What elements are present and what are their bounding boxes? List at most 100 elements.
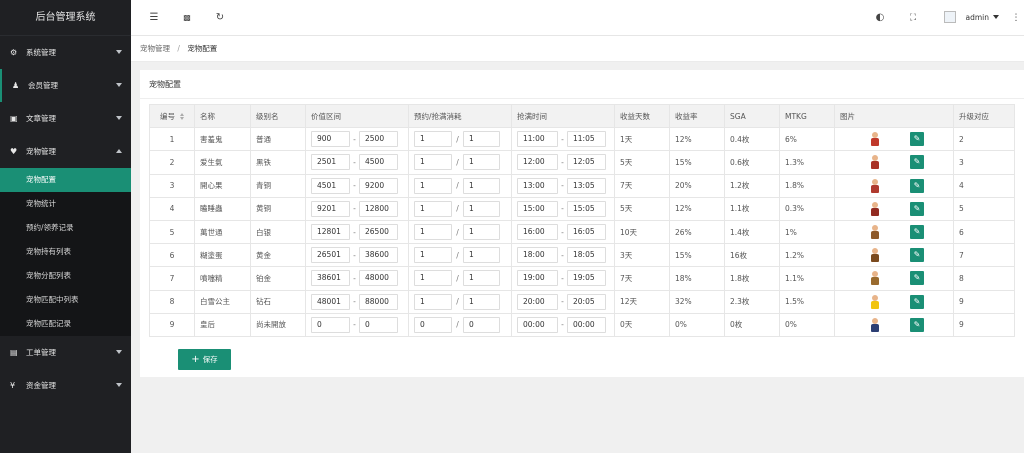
menu-pets[interactable]: ♥ 宠物管理	[0, 135, 131, 168]
theme-icon[interactable]: ◐	[873, 11, 887, 25]
reserve-cost-input[interactable]: 1	[414, 224, 452, 241]
value-min-input[interactable]: 48001	[311, 293, 350, 310]
submenu-pet-matching[interactable]: 宠物匹配中列表	[0, 288, 131, 312]
col-header-mtkg: MTKG	[779, 103, 835, 129]
grab-cost-input[interactable]: 1	[463, 154, 500, 171]
grab-cost-input[interactable]: 1	[463, 131, 500, 148]
time-start-input[interactable]: 00:00	[517, 316, 558, 333]
time-end-input[interactable]: 18:05	[567, 247, 606, 264]
menu-label: 会员管理	[28, 81, 58, 90]
time-start-input[interactable]: 12:00	[517, 154, 558, 171]
edit-icon[interactable]: ✎	[910, 178, 924, 193]
cell-grab-time: 15:00-15:05	[511, 196, 615, 221]
time-end-input[interactable]: 15:05	[567, 200, 606, 217]
menu-label: 资金管理	[26, 381, 56, 390]
grab-cost-input[interactable]: 1	[463, 247, 500, 264]
reserve-cost-input[interactable]: 1	[414, 270, 452, 287]
col-header-id[interactable]: 编号	[149, 103, 195, 129]
grab-cost-input[interactable]: 1	[463, 293, 500, 310]
time-end-input[interactable]: 16:05	[567, 224, 606, 241]
value-max-input[interactable]: 26500	[359, 224, 398, 241]
menu-articles[interactable]: ▣ 文章管理	[0, 102, 131, 135]
time-end-input[interactable]: 20:05	[567, 293, 606, 310]
grab-cost-input[interactable]: 1	[463, 177, 500, 194]
time-start-input[interactable]: 18:00	[517, 247, 558, 264]
more-vertical-icon[interactable]: ⋮	[1009, 11, 1023, 25]
reserve-cost-input[interactable]: 1	[414, 247, 452, 264]
submenu-pet-holdings[interactable]: 宠物持有列表	[0, 240, 131, 264]
edit-icon[interactable]: ✎	[910, 132, 924, 147]
value-max-input[interactable]: 12800	[359, 200, 398, 217]
reserve-cost-input[interactable]: 1	[414, 154, 452, 171]
edit-icon[interactable]: ✎	[910, 294, 924, 309]
save-button[interactable]: + 保存	[178, 349, 231, 370]
cell-level: 青铜	[250, 173, 306, 198]
user-menu[interactable]: admin	[943, 11, 999, 23]
chevron-down-icon	[116, 350, 122, 354]
refresh-icon[interactable]: ↻	[213, 11, 227, 25]
message-icon[interactable]: ▩	[180, 11, 194, 25]
col-header-value-range: 价值区间	[305, 103, 409, 129]
avatar	[943, 11, 956, 23]
time-start-input[interactable]: 20:00	[517, 293, 558, 310]
time-end-input[interactable]: 12:05	[567, 154, 606, 171]
time-end-input[interactable]: 00:00	[567, 316, 606, 333]
menu-tickets[interactable]: ▤ 工单管理	[0, 336, 131, 369]
time-start-input[interactable]: 19:00	[517, 270, 558, 287]
menu-funds[interactable]: ¥ 资金管理	[0, 369, 131, 402]
value-max-input[interactable]: 9200	[359, 177, 398, 194]
pet-image	[869, 294, 881, 309]
edit-icon[interactable]: ✎	[910, 201, 924, 216]
edit-icon[interactable]: ✎	[910, 248, 924, 263]
time-start-input[interactable]: 13:00	[517, 177, 558, 194]
cell-upgrade: 9	[953, 289, 1015, 314]
value-min-input[interactable]: 900	[311, 131, 350, 148]
value-min-input[interactable]: 38601	[311, 270, 350, 287]
cell-mtkg: 1%	[779, 219, 835, 245]
time-end-input[interactable]: 11:05	[567, 131, 606, 148]
value-max-input[interactable]: 48000	[359, 270, 398, 287]
edit-icon[interactable]: ✎	[910, 271, 924, 286]
time-start-input[interactable]: 11:00	[517, 131, 558, 148]
breadcrumb-parent[interactable]: 宠物管理	[140, 44, 170, 53]
value-max-input[interactable]: 38600	[359, 247, 398, 264]
grab-cost-input[interactable]: 1	[463, 200, 500, 217]
submenu-reservation-records[interactable]: 预约/领养记录	[0, 216, 131, 240]
reserve-cost-input[interactable]: 1	[414, 293, 452, 310]
value-max-input[interactable]: 4500	[359, 154, 398, 171]
value-min-input[interactable]: 2501	[311, 154, 350, 171]
value-max-input[interactable]: 88000	[359, 293, 398, 310]
submenu-pet-allocations[interactable]: 宠物分配列表	[0, 264, 131, 288]
time-end-input[interactable]: 19:05	[567, 270, 606, 287]
reserve-cost-input[interactable]: 1	[414, 177, 452, 194]
time-start-input[interactable]: 16:00	[517, 224, 558, 241]
value-max-input[interactable]: 0	[359, 316, 398, 333]
menu-members[interactable]: ♟ 会员管理	[0, 69, 131, 102]
value-min-input[interactable]: 26501	[311, 247, 350, 264]
submenu-pet-config[interactable]: 宠物配置	[0, 168, 131, 192]
value-min-input[interactable]: 9201	[311, 200, 350, 217]
edit-icon[interactable]: ✎	[910, 225, 924, 240]
cell-rate: 12%	[669, 127, 725, 152]
cell-id: 8	[149, 289, 195, 314]
reserve-cost-input[interactable]: 1	[414, 131, 452, 148]
reserve-cost-input[interactable]: 0	[414, 316, 452, 333]
value-max-input[interactable]: 2500	[359, 131, 398, 148]
grab-cost-input[interactable]: 0	[463, 316, 500, 333]
menu-system[interactable]: ⚙ 系统管理	[0, 36, 131, 69]
grab-cost-input[interactable]: 1	[463, 270, 500, 287]
edit-icon[interactable]: ✎	[910, 155, 924, 170]
value-min-input[interactable]: 0	[311, 316, 350, 333]
menu-toggle-icon[interactable]: ☰	[147, 11, 161, 25]
grab-cost-input[interactable]: 1	[463, 224, 500, 241]
submenu-pet-stats[interactable]: 宠物统计	[0, 192, 131, 216]
value-min-input[interactable]: 12801	[311, 224, 350, 241]
edit-icon[interactable]: ✎	[910, 317, 924, 332]
value-min-input[interactable]: 4501	[311, 177, 350, 194]
fullscreen-icon[interactable]: ⛶	[906, 11, 920, 25]
time-start-input[interactable]: 15:00	[517, 200, 558, 217]
submenu-pet-match-records[interactable]: 宠物匹配记录	[0, 312, 131, 336]
time-end-input[interactable]: 13:05	[567, 177, 606, 194]
sort-icon[interactable]	[180, 113, 184, 121]
reserve-cost-input[interactable]: 1	[414, 200, 452, 217]
